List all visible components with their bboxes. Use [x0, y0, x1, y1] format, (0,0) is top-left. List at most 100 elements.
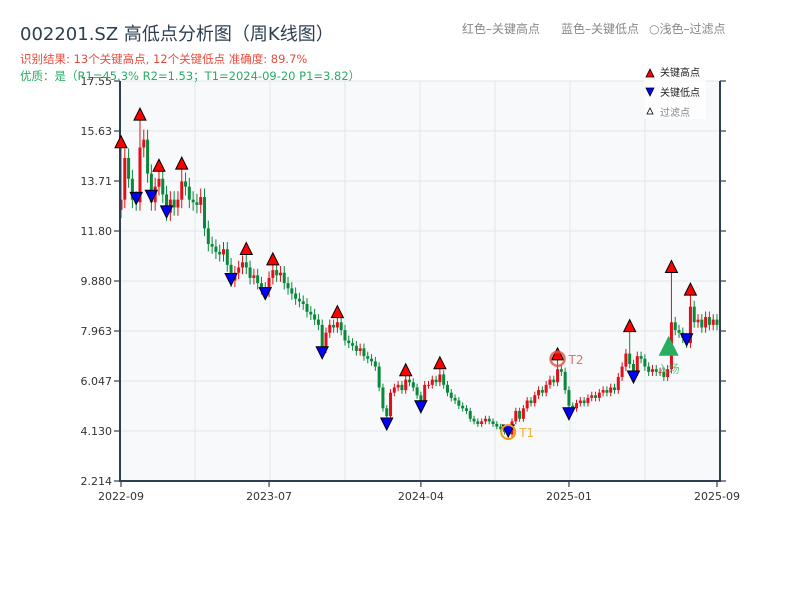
- candle-body: [480, 421, 484, 424]
- candle-body: [476, 421, 480, 424]
- candle-body: [434, 379, 438, 383]
- candle-body: [339, 322, 343, 331]
- candle-body: [487, 418, 491, 422]
- candle-body: [601, 390, 605, 393]
- candle-body: [400, 384, 404, 391]
- candle-body: [271, 270, 275, 278]
- candle-body: [161, 178, 165, 195]
- candle-body: [244, 262, 248, 268]
- candle-body: [214, 246, 218, 252]
- candle-body: [305, 304, 309, 312]
- candle-body: [453, 397, 457, 401]
- candle-body: [521, 408, 525, 419]
- candle-body: [358, 348, 362, 351]
- candle-body: [282, 272, 286, 284]
- candle-body: [461, 405, 465, 409]
- candle-body: [700, 319, 704, 328]
- candle-body: [445, 384, 449, 393]
- candle-body: [559, 369, 563, 372]
- candle-body: [320, 324, 324, 349]
- candle-body: [309, 311, 313, 315]
- candle-body: [176, 199, 180, 208]
- candle-body: [628, 353, 632, 364]
- y-tick-label: 15.63: [81, 125, 113, 138]
- candle-body: [332, 324, 336, 328]
- candle-body: [225, 249, 229, 265]
- candle-body: [578, 400, 582, 404]
- candle-body: [301, 301, 305, 305]
- candle-body: [518, 410, 522, 419]
- candle-body: [704, 317, 708, 328]
- candle-body: [221, 249, 225, 255]
- y-tick-label: 6.047: [81, 375, 113, 388]
- entry-label: 入场: [658, 362, 680, 376]
- candle-body: [563, 371, 567, 391]
- candle-body: [347, 340, 351, 344]
- candle-body: [533, 395, 537, 404]
- candle-body: [711, 319, 715, 325]
- candle-body: [210, 244, 214, 247]
- candle-body: [366, 356, 370, 359]
- candle-body: [419, 395, 423, 401]
- candle-body: [313, 314, 317, 320]
- candle-body: [252, 275, 256, 278]
- candle-body: [529, 400, 533, 404]
- candle-body: [548, 379, 552, 385]
- candle-body: [297, 298, 301, 302]
- candle-body: [624, 353, 628, 367]
- candle-body: [218, 251, 222, 255]
- quality-summary: 优质：是（R1=45.3% R2=1.53；T1=2024-09-20 P1=3…: [20, 69, 361, 83]
- x-tick-label: 2023-07: [246, 490, 292, 503]
- candle-body: [411, 382, 415, 388]
- candle-body: [552, 379, 556, 383]
- candle-body: [142, 139, 146, 148]
- candle-body: [616, 377, 620, 391]
- candle-body: [620, 366, 624, 378]
- candle-body: [491, 421, 495, 424]
- chart-figure: 002201.SZ 高低点分析图（周K线图） 识别结果: 13个关键高点, 12…: [0, 0, 800, 600]
- candle-body: [464, 408, 468, 411]
- candle-body: [324, 332, 328, 349]
- candle-body: [537, 390, 541, 396]
- candle-body: [381, 387, 385, 409]
- candle-body: [544, 384, 548, 393]
- candle-body: [556, 369, 560, 383]
- candle-body: [605, 390, 609, 393]
- candle-body: [377, 366, 381, 388]
- t2-label: T2: [568, 353, 584, 367]
- candle-body: [290, 288, 294, 294]
- candle-body: [408, 379, 412, 383]
- candle-body: [351, 343, 355, 346]
- candle-body: [286, 283, 290, 289]
- candle-body: [373, 361, 377, 367]
- y-tick-label: 11.80: [81, 225, 113, 238]
- candle-body: [256, 275, 260, 284]
- candle-body: [127, 157, 131, 179]
- candle-body: [370, 358, 374, 362]
- candle-body: [203, 197, 207, 229]
- candle-body: [514, 410, 518, 422]
- candle-body: [392, 387, 396, 393]
- candle-body: [643, 358, 647, 367]
- x-tick-label: 2025-01: [546, 490, 592, 503]
- candle-body: [316, 319, 320, 325]
- candle-body: [180, 181, 184, 200]
- x-tick-label: 2022-09: [98, 490, 144, 503]
- candle-body: [278, 272, 282, 276]
- candle-body: [248, 267, 252, 278]
- candle-body: [594, 395, 598, 398]
- candle-body: [472, 418, 476, 422]
- candle-body: [157, 178, 161, 187]
- candlestick-plot: 17.5515.6313.7111.809.8807.9636.0474.130…: [81, 63, 740, 503]
- candle-body: [635, 356, 639, 372]
- candle-body: [187, 186, 191, 200]
- candle-body: [191, 199, 195, 203]
- x-tick-label: 2024-04: [398, 490, 444, 503]
- x-tick-label: 2025-09: [694, 490, 740, 503]
- candle-body: [354, 345, 358, 351]
- candle-body: [707, 317, 711, 325]
- candle-body: [206, 228, 210, 245]
- candle-body: [567, 390, 571, 406]
- candle-body: [457, 400, 461, 406]
- candle-body: [385, 408, 389, 417]
